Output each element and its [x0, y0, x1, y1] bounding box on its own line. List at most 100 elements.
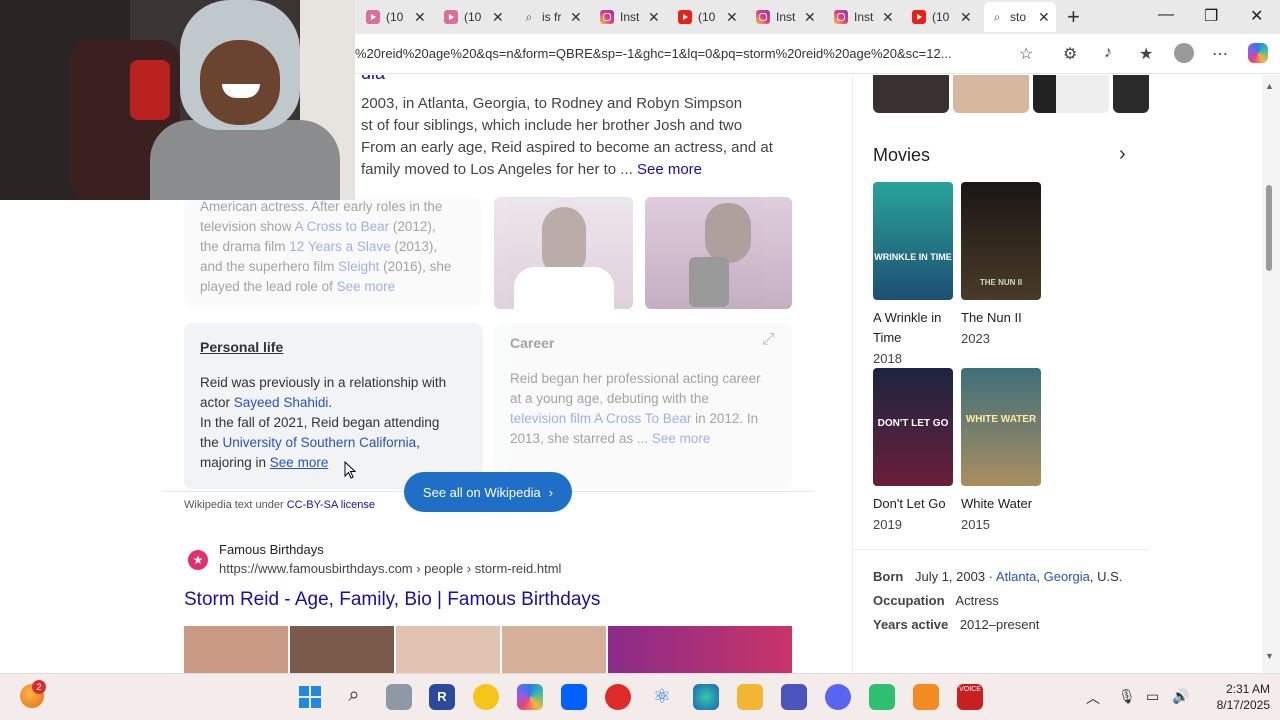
- close-icon[interactable]: ✕: [882, 9, 894, 26]
- see-more-link[interactable]: See more: [270, 455, 329, 470]
- minimize-icon[interactable]: —: [1158, 6, 1174, 24]
- movie-title[interactable]: Don't Let Go: [873, 494, 946, 514]
- wiki-photo[interactable]: [494, 197, 633, 309]
- close-icon[interactable]: ✕: [1038, 9, 1050, 26]
- movie-poster[interactable]: WHITE WATER: [961, 368, 1041, 486]
- tray-chevron-up-icon[interactable]: ︿: [1086, 688, 1100, 708]
- wiki-heading-fragment[interactable]: dia: [361, 75, 385, 84]
- favorite-star-icon[interactable]: ☆: [1019, 44, 1033, 64]
- chevron-right-icon[interactable]: ›: [1119, 143, 1126, 166]
- wiki-license: Wikipedia text under CC-BY-SA license: [184, 499, 375, 511]
- browser-tab[interactable]: Inst ✕: [594, 2, 666, 32]
- pl-link[interactable]: University of Southern California: [223, 435, 417, 450]
- restore-icon[interactable]: ❐: [1204, 6, 1218, 26]
- copilot-icon[interactable]: [1248, 43, 1268, 63]
- pl-link[interactable]: Sayeed Shahidi: [234, 395, 329, 410]
- close-window-icon[interactable]: ✕: [1250, 6, 1263, 26]
- browser-tab[interactable]: Inst ✕: [750, 2, 822, 32]
- address-bar[interactable]: %20reid%20age%20&qs=n&form=QBRE&sp=-1&gh…: [355, 46, 1005, 61]
- fact-link[interactable]: Atlanta: [996, 569, 1036, 584]
- fact-link[interactable]: Georgia: [1044, 569, 1090, 584]
- panel-photo[interactable]: [953, 75, 1029, 113]
- movies-heading[interactable]: Movies: [873, 145, 930, 166]
- result-thumbnail[interactable]: [396, 626, 500, 673]
- bio-link[interactable]: A Cross to Bear: [295, 219, 390, 234]
- movie-title[interactable]: White Water: [961, 494, 1032, 514]
- personal-life-title[interactable]: Personal life: [200, 339, 283, 355]
- read-aloud-icon[interactable]: ♪: [1104, 44, 1112, 62]
- snapchat-icon[interactable]: [473, 684, 499, 710]
- browser-tab[interactable]: (10 ✕: [672, 2, 744, 32]
- close-icon[interactable]: ✕: [570, 9, 582, 26]
- browser-tab-active[interactable]: ⌕ sto ✕: [984, 2, 1056, 32]
- close-icon[interactable]: ✕: [726, 9, 738, 26]
- result-title-link[interactable]: Storm Reid - Age, Family, Bio | Famous B…: [184, 589, 600, 611]
- system-clock[interactable]: 2:31 AM 8/17/2025: [1200, 681, 1270, 713]
- tab-title: Inst: [776, 10, 796, 24]
- scroll-down-icon[interactable]: ▼: [1265, 651, 1274, 661]
- page-scrollbar[interactable]: ▲ ▼: [1262, 75, 1280, 673]
- movie-poster[interactable]: WRINKLE IN TIME: [873, 182, 953, 300]
- see-more-link[interactable]: See more: [337, 279, 396, 294]
- career-link[interactable]: television film A Cross To Bear: [510, 411, 691, 426]
- panel-photo[interactable]: [1113, 75, 1149, 113]
- profile-avatar[interactable]: [1174, 43, 1194, 63]
- volume-icon[interactable]: 🔊: [1172, 688, 1189, 705]
- task-view-icon[interactable]: [386, 684, 412, 710]
- career-title[interactable]: Career: [510, 335, 554, 351]
- result-url[interactable]: https://www.famousbirthdays.com › people…: [219, 561, 561, 576]
- license-link[interactable]: CC-BY-SA license: [287, 499, 375, 511]
- result-thumbnail[interactable]: [608, 626, 792, 673]
- atom-icon[interactable]: ⚛: [649, 684, 675, 710]
- teams-icon[interactable]: [781, 684, 807, 710]
- scroll-up-icon[interactable]: ▲: [1265, 81, 1274, 91]
- extensions-icon[interactable]: ⚙: [1063, 44, 1077, 64]
- close-icon[interactable]: ✕: [804, 9, 816, 26]
- wiki-photo[interactable]: [645, 197, 792, 309]
- discord-icon[interactable]: [825, 684, 851, 710]
- copilot-app-icon[interactable]: [517, 684, 543, 710]
- chat-app-icon[interactable]: [869, 684, 895, 710]
- browser-tab[interactable]: (10 ✕: [360, 2, 432, 32]
- panel-photo[interactable]: [873, 75, 949, 113]
- opera-icon[interactable]: [605, 684, 631, 710]
- network-icon[interactable]: ▭: [1146, 688, 1159, 705]
- edge-icon[interactable]: [693, 684, 719, 710]
- browser-tab[interactable]: (10 ✕: [438, 2, 510, 32]
- expand-icon[interactable]: ⤢: [762, 331, 775, 349]
- panel-photo[interactable]: [1033, 75, 1109, 113]
- result-thumbnail[interactable]: [290, 626, 394, 673]
- voicemeeter-icon[interactable]: VOICE: [957, 684, 983, 710]
- app-r-icon[interactable]: R: [429, 684, 455, 710]
- movie-poster[interactable]: THE NUN II: [961, 182, 1041, 300]
- file-explorer-icon[interactable]: [737, 684, 763, 710]
- browser-tab[interactable]: (10 ✕: [906, 2, 978, 32]
- result-thumbnail[interactable]: [502, 626, 606, 673]
- close-icon[interactable]: ✕: [648, 9, 660, 26]
- close-icon[interactable]: ✕: [960, 9, 972, 26]
- movie-title[interactable]: A Wrinkle in Time: [873, 308, 941, 348]
- favorites-icon[interactable]: ★: [1139, 44, 1153, 64]
- new-tab-button[interactable]: +: [1067, 4, 1080, 30]
- movie-title[interactable]: The Nun II: [961, 308, 1022, 328]
- see-all-wikipedia-button[interactable]: See all on Wikipedia ›: [404, 472, 572, 512]
- close-icon[interactable]: ✕: [414, 9, 426, 26]
- mouse-cursor-icon: [344, 461, 356, 479]
- bio-link[interactable]: 12 Years a Slave: [289, 239, 390, 254]
- search-icon[interactable]: ⌕: [341, 684, 367, 710]
- see-more-link[interactable]: See more: [652, 431, 711, 446]
- microphone-icon[interactable]: 🎙: [1118, 688, 1136, 705]
- app-icon[interactable]: [913, 684, 939, 710]
- more-menu-icon[interactable]: ⋯: [1212, 44, 1228, 64]
- dropbox-icon[interactable]: [561, 684, 587, 710]
- close-icon[interactable]: ✕: [492, 9, 504, 26]
- scrollbar-thumb[interactable]: [1266, 185, 1272, 271]
- bio-link[interactable]: Sleight: [338, 259, 379, 274]
- result-thumbnail[interactable]: [184, 626, 288, 673]
- photo-figure: [705, 203, 751, 263]
- movie-poster[interactable]: DON'T LET GO: [873, 368, 953, 486]
- windows-start-icon[interactable]: [297, 684, 323, 710]
- browser-tab[interactable]: Inst ✕: [828, 2, 900, 32]
- see-more-link[interactable]: See more: [637, 161, 702, 178]
- browser-tab[interactable]: ⌕ is fr ✕: [516, 2, 588, 32]
